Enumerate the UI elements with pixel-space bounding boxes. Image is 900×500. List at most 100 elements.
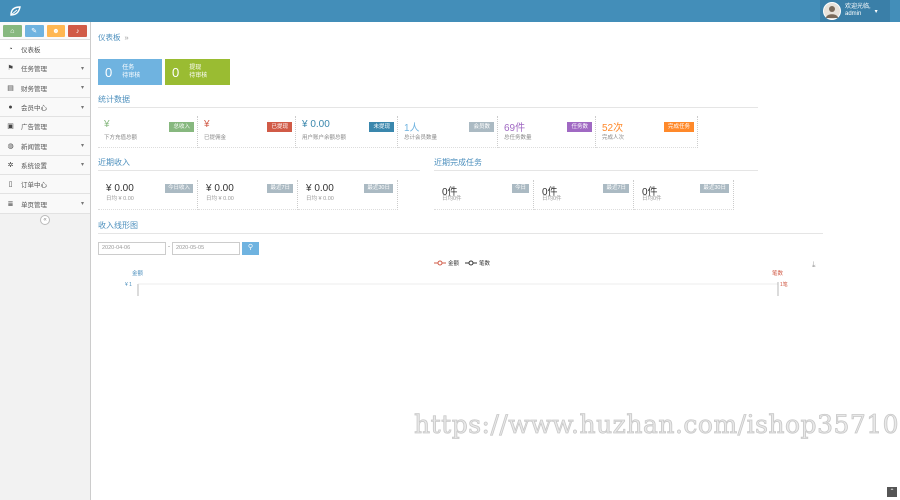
- user-icon: ●: [8, 103, 13, 111]
- sidebar-menu: ◔ 仪表板 ⚑ 任务管理 ▾ ▤ 财务管理 ▾ ● 会员中心 ▾ ▣ 广告管理 ◍ 新闻管理 ▾ ✲ 系统设置 ▾ ▯…: [0, 40, 90, 214]
- tasks-box: 0件 最近30日 日均0件: [634, 180, 734, 210]
- leaf-logo-icon[interactable]: [9, 5, 21, 17]
- sidebar-item[interactable]: ▤ 财务管理 ▾: [0, 78, 90, 98]
- bookmark-icon: ▯: [8, 181, 13, 189]
- shortcut-pencil-button[interactable]: ✎: [24, 25, 44, 37]
- legend-marker-amount: [434, 260, 446, 266]
- stat-description: 下方充值总额: [104, 135, 138, 141]
- income-box: ¥ 0.00 最近30日 日均 ¥ 0.00: [298, 180, 398, 210]
- pending-tasks-count: 0: [105, 64, 113, 80]
- stat-tag[interactable]: 已提现: [267, 122, 292, 132]
- legend-marker-count: [465, 260, 478, 266]
- tasks-period-tag: 最近30日: [700, 184, 729, 193]
- caret-down-icon: ▾: [80, 162, 84, 169]
- pending-tasks-box[interactable]: 0 任务待审核: [98, 59, 162, 85]
- sidebar-item-label: 新闻管理: [21, 143, 47, 151]
- stat-tag[interactable]: 会员数: [469, 122, 494, 132]
- sidebar-item[interactable]: ◍ 新闻管理 ▾: [0, 136, 90, 156]
- search-icon: ⚲: [247, 244, 254, 251]
- pending-tasks-label: 任务: [122, 65, 135, 71]
- pending-withdraw-count: 0: [172, 64, 180, 80]
- sidebar-item[interactable]: ✲ 系统设置 ▾: [0, 155, 90, 176]
- stat-box: ¥ 总收入 下方充值总额: [98, 116, 198, 148]
- tasks-daily-average: 日均0件: [542, 196, 562, 202]
- sidebar-item[interactable]: ▣ 广告管理: [0, 117, 90, 137]
- legend-item-count[interactable]: 笔数: [465, 259, 490, 267]
- pending-tasks-sub: 待审核: [122, 73, 141, 79]
- breadcrumb: 仪表板»: [98, 32, 129, 43]
- search-button[interactable]: ⚲: [242, 242, 259, 255]
- caret-down-icon: ▾: [80, 201, 84, 208]
- stat-tag[interactable]: 任务数: [567, 122, 592, 132]
- shortcut-home-button[interactable]: ⌂: [3, 25, 22, 37]
- left-axis-tick: ¥ 1: [125, 282, 132, 288]
- legend-item-amount[interactable]: 金额: [434, 259, 459, 267]
- stat-description: 已提佣金: [204, 135, 227, 141]
- scroll-up-icon: ⌃: [889, 489, 895, 495]
- sidebar-item[interactable]: ◔ 仪表板: [0, 40, 90, 60]
- home-icon: ⌂: [10, 27, 15, 35]
- sidebar-item[interactable]: ⚑ 任务管理 ▾: [0, 59, 90, 79]
- recent-income-title: 近期收入: [98, 158, 130, 167]
- stat-box: ¥ 已提现 已提佣金: [198, 116, 296, 148]
- income-daily-average: 日均 ¥ 0.00: [206, 196, 234, 202]
- globe-icon: ◍: [7, 142, 14, 150]
- sidebar-item-label: 会员中心: [21, 105, 47, 113]
- stat-description: 用户账户余额总额: [302, 135, 347, 141]
- list-icon: ≣: [7, 200, 14, 208]
- pending-withdraw-label: 提现: [189, 65, 202, 71]
- tasks-box: 0件 今日 日均0件: [434, 180, 534, 210]
- tasks-period-tag: 最近7日: [603, 184, 629, 193]
- caret-down-icon: ▾: [80, 85, 84, 92]
- stat-box: 69件 任务数 总任务数量: [498, 116, 596, 148]
- user-avatar-icon: [826, 6, 838, 18]
- end-date-input[interactable]: 2020-05-05: [172, 242, 240, 255]
- stat-tag[interactable]: 总收入: [169, 122, 194, 132]
- date-range-dash: -: [168, 244, 170, 250]
- watermark-text: https://www.huzhan.com/ishop35710: [414, 410, 900, 440]
- shortcut-bell-button[interactable]: ♪: [68, 25, 87, 37]
- pending-withdraw-box[interactable]: 0 提现待审核: [165, 59, 230, 85]
- sidebar-item[interactable]: ● 会员中心 ▾: [0, 97, 90, 118]
- flag-icon: ⚑: [7, 65, 14, 73]
- right-axis-label: 笔数: [772, 269, 784, 277]
- tasks-box: 0件 最近7日 日均0件: [534, 180, 634, 210]
- group-icon: ☻: [52, 27, 60, 35]
- tasks-daily-average: 日均0件: [442, 196, 462, 202]
- income-row: ¥ 0.00 今日收入 日均 ¥ 0.00 ¥ 0.00 最近7日 日均 ¥ 0.00 ¥ …: [98, 180, 398, 210]
- caret-down-icon: ▾: [874, 8, 878, 15]
- sidebar-item-label: 仪表板: [21, 47, 41, 55]
- recent-tasks-title: 近期完成任务: [434, 158, 482, 167]
- sidebar-collapse-icon[interactable]: «: [40, 215, 50, 225]
- divider: [98, 233, 823, 234]
- start-date-input[interactable]: 2020-04-06: [98, 242, 166, 255]
- stat-tag[interactable]: 未提现: [369, 122, 394, 132]
- stat-tag[interactable]: 完成任务: [663, 122, 694, 132]
- pending-withdraw-sub: 待审核: [189, 73, 208, 79]
- cog-icon: ✲: [7, 161, 14, 169]
- divider: [98, 107, 758, 108]
- stat-box: ¥ 0.00 未提现 用户账户余额总额: [296, 116, 398, 148]
- avatar: [823, 2, 841, 20]
- sidebar-item-label: 任务管理: [21, 66, 47, 74]
- income-daily-average: 日均 ¥ 0.00: [106, 196, 134, 202]
- tasks-period-tag: 今日: [511, 184, 529, 193]
- sidebar-item-label: 系统设置: [21, 162, 47, 170]
- sidebar-item[interactable]: ▯ 订单中心: [0, 175, 90, 195]
- income-box: ¥ 0.00 今日收入 日均 ¥ 0.00: [98, 180, 198, 210]
- scroll-top-button[interactable]: ⌃: [887, 487, 897, 497]
- shortcut-group-button[interactable]: ☻: [46, 25, 66, 37]
- sidebar-shortcuts: ⌂ ✎ ☻ ♪: [0, 22, 90, 40]
- sidebar-item[interactable]: ≣ 单页管理 ▾: [0, 194, 90, 214]
- caret-down-icon: ▾: [80, 104, 84, 111]
- caret-down-icon: ▾: [80, 143, 84, 150]
- income-period-tag: 今日收入: [164, 184, 193, 193]
- user-role: admin: [845, 11, 862, 17]
- page-title: 仪表板: [98, 33, 121, 42]
- user-menu[interactable]: 欢迎光临, admin ▾: [820, 0, 890, 22]
- dashboard-icon: ◔: [8, 45, 13, 53]
- sidebar: ⌂ ✎ ☻ ♪ ◔ 仪表板 ⚑ 任务管理 ▾ ▤ 财务管理 ▾ ● 会员中心 ▾ ▣ 广告管理 ◍ 新闻管理 ▾ ✲ 系…: [0, 22, 91, 500]
- main-content: 仪表板» 0 任务 待审核 0 提现 待审核 统计数据 ¥ 总收入 下方充值总额 ¥ 已提现…: [92, 22, 900, 500]
- bell-icon: ♪: [75, 27, 80, 35]
- print-icon: ▤: [7, 84, 14, 92]
